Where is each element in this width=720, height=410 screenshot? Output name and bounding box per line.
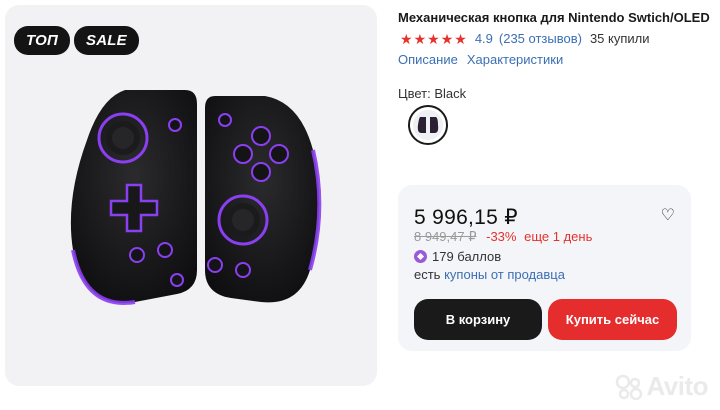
swatch-thumbnail [413,110,443,140]
controller-thumbnail-icon [417,117,439,133]
tab-specifications[interactable]: Характеристики [467,52,563,67]
tab-description[interactable]: Описание [398,52,458,67]
avito-logo-icon [616,374,643,400]
product-image-panel[interactable]: ТОП SALE [5,5,377,386]
points-icon [414,250,427,263]
bought-count: 35 купили [589,31,650,46]
badge-group: ТОП SALE [14,26,139,55]
star-icon: ★ [427,30,440,47]
coupons-row: есть купоны от продавца [414,267,565,282]
old-price: 8 949,47 ₽ [414,229,477,244]
watermark-text: Avito [646,371,708,401]
rating-row: ★ ★ ★ ★ ★ 4.9 (235 отзывов) 35 купили [400,31,650,46]
coupons-prefix: есть [414,267,441,282]
favorite-heart-icon[interactable]: ♡ [661,205,675,225]
sale-badge: SALE [74,26,139,55]
color-swatch-black[interactable] [408,105,448,145]
old-price-row: 8 949,47 ₽ -33% еще 1 день [414,229,592,245]
product-title: Механическая кнопка для Nintendo Swtich/… [398,10,710,25]
coupons-link[interactable]: купоны от продавца [444,267,565,282]
top-badge: ТОП [14,26,71,55]
discount-deadline: еще 1 день [524,229,593,244]
star-icon: ★ [440,30,454,47]
points-row: 179 баллов [414,249,501,264]
discount-percent: -33% [486,229,517,244]
price-card: 5 996,15 ₽ ♡ 8 949,47 ₽ -33% еще 1 день … [398,185,691,351]
color-label: Цвет: Black [398,86,467,101]
current-price: 5 996,15 ₽ [414,206,518,229]
points-value: 179 баллов [432,249,502,264]
product-image [70,90,322,305]
buy-now-button[interactable]: Купить сейчас [548,299,677,340]
reviews-link[interactable]: (235 отзывов) [499,31,582,46]
star-icon: ★ [454,30,467,47]
info-tabs: Описание Характеристики [398,52,563,67]
rating-stars: ★ ★ ★ ★ ★ [400,32,467,46]
rating-value[interactable]: 4.9 [475,31,493,46]
star-icon: ★ [413,30,427,47]
avito-watermark: Avito [615,371,708,402]
add-to-cart-button[interactable]: В корзину [414,299,542,340]
star-icon: ★ [400,30,413,47]
